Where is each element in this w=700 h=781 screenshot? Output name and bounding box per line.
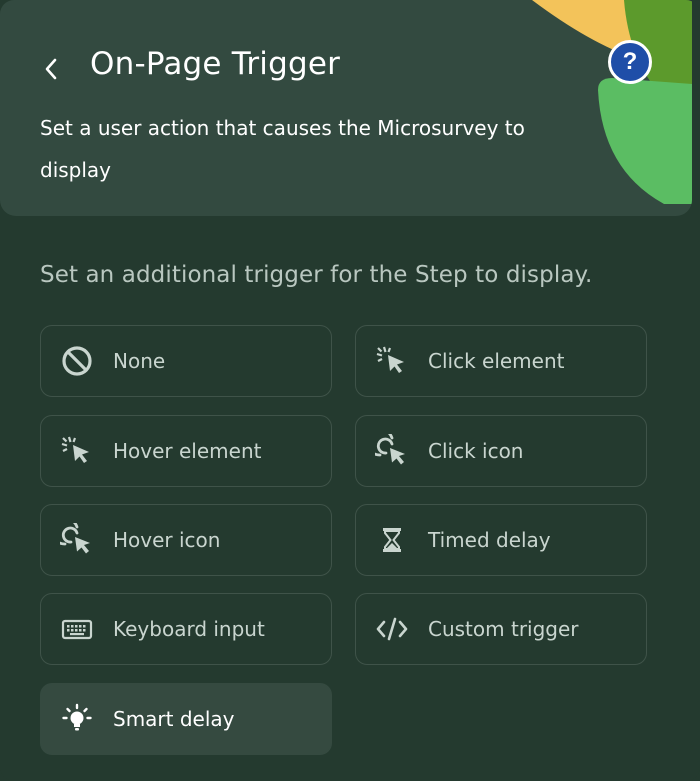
hover-element-icon [59, 433, 95, 469]
trigger-panel: On-Page Trigger Set a user action that c… [0, 0, 700, 781]
option-label: Custom trigger [428, 617, 579, 641]
page-subtitle: Set a user action that causes the Micros… [40, 116, 525, 182]
option-click-icon[interactable]: Click icon [355, 415, 647, 487]
hover-icon-icon [59, 522, 95, 558]
click-icon-icon [374, 433, 410, 469]
header-card: On-Page Trigger Set a user action that c… [0, 0, 692, 216]
help-icon: ? [622, 48, 638, 75]
hourglass-icon [374, 522, 410, 558]
option-keyboard-input[interactable]: Keyboard input [40, 593, 332, 665]
lightbulb-icon [59, 701, 95, 737]
back-button[interactable] [34, 50, 68, 88]
option-label: Smart delay [113, 707, 235, 731]
option-label: None [113, 349, 166, 373]
option-click-element[interactable]: Click element [355, 325, 647, 397]
option-custom-trigger[interactable]: Custom trigger [355, 593, 647, 665]
trigger-prompt: Set an additional trigger for the Step t… [40, 262, 593, 288]
option-label: Click icon [428, 439, 524, 463]
none-icon [59, 343, 95, 379]
option-timed-delay[interactable]: Timed delay [355, 504, 647, 576]
page-title: On-Page Trigger [90, 46, 341, 82]
click-element-icon [374, 343, 410, 379]
option-label: Timed delay [428, 528, 551, 552]
option-label: Keyboard input [113, 617, 265, 641]
option-none[interactable]: None [40, 325, 332, 397]
help-button[interactable]: ? [608, 40, 652, 84]
chevron-left-icon [45, 58, 57, 80]
option-label: Click element [428, 349, 565, 373]
option-label: Hover element [113, 439, 262, 463]
code-icon [374, 611, 410, 647]
option-smart-delay[interactable]: Smart delay [40, 683, 332, 755]
option-label: Hover icon [113, 528, 221, 552]
keyboard-icon [59, 611, 95, 647]
option-hover-element[interactable]: Hover element [40, 415, 332, 487]
option-hover-icon[interactable]: Hover icon [40, 504, 332, 576]
